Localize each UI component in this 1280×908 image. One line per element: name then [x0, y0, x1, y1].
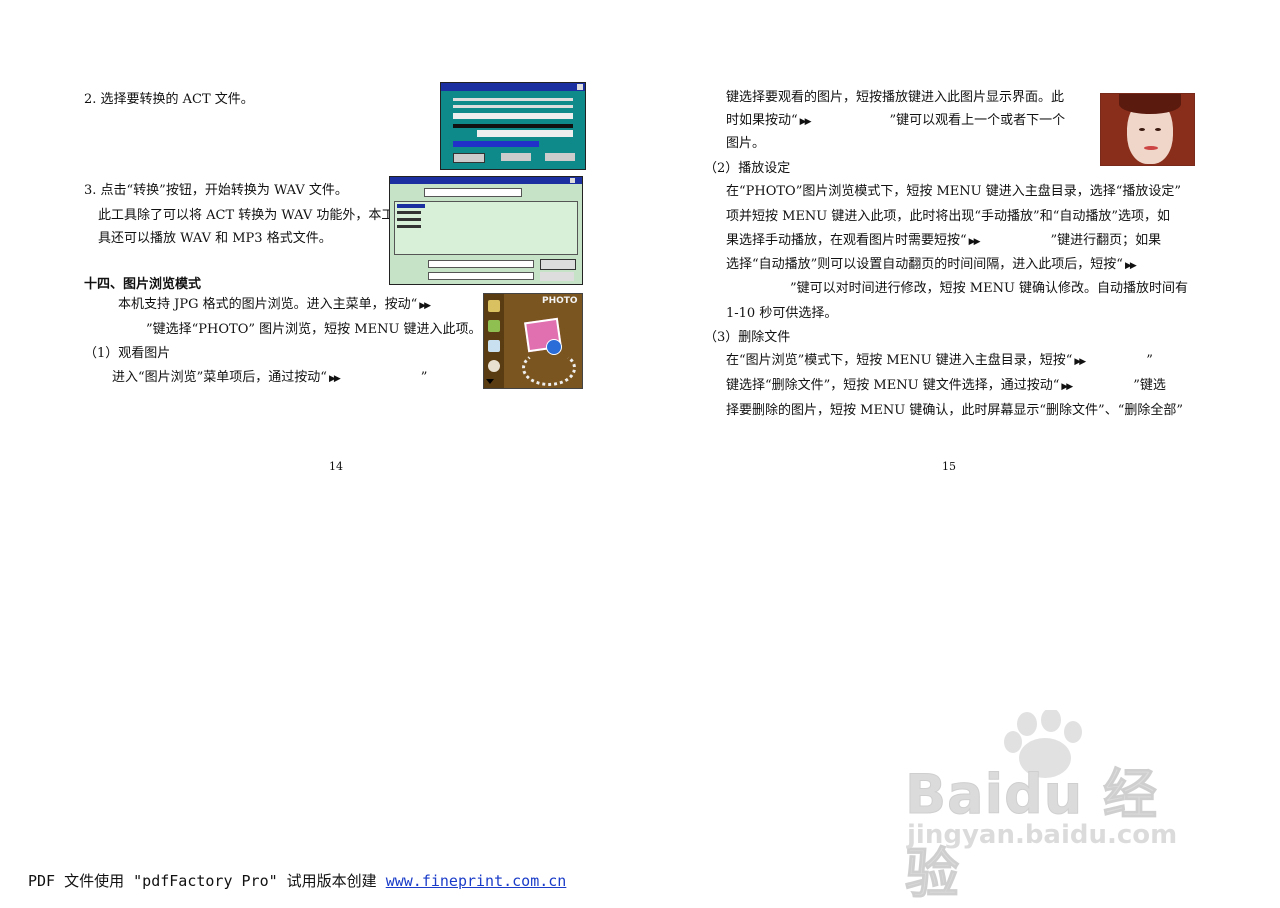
delete-line-3: 择要删除的图片，短按 MENU 键确认，此时屏幕显示“删除文件”、“删除全部” — [726, 403, 1183, 418]
scroll-down-icon — [486, 379, 494, 384]
convert-button — [501, 153, 531, 161]
play-settings-line-5: ”键可以对时间进行修改，短按 MENU 键确认修改。自动播放时间有 — [790, 281, 1189, 296]
intro-line-1: 本机支持 JPG 格式的图片浏览。进入主菜单，按动“ ▶▶ — [118, 297, 431, 312]
exit-button — [540, 272, 574, 281]
play-settings-line-3: 果选择手动播放，在观看图片时需要短按“ ▶▶ ”键进行翻页；如果 — [726, 233, 1162, 248]
fast-forward-icon: ▶▶ — [419, 301, 431, 311]
progress-bar — [453, 141, 539, 147]
title-bar — [390, 177, 582, 184]
step-3-text: 3. 点击“转换”按钮，开始转换为 WAV 文件。 — [84, 183, 348, 198]
fineprint-link[interactable]: www.fineprint.com.cn — [386, 872, 567, 890]
fast-forward-icon: ▶▶ — [968, 237, 981, 247]
menu-icon-video — [488, 320, 500, 332]
photo-menu-screenshot: PHOTO — [483, 293, 583, 389]
subheading-delete-file: （3）删除文件 — [704, 330, 791, 345]
menu-icon-music — [488, 300, 500, 312]
convert-button — [540, 259, 576, 270]
exit-button — [545, 153, 575, 161]
fast-forward-icon: ▶▶ — [1061, 382, 1073, 392]
watermark-url: jingyan.baidu.com — [907, 820, 1178, 850]
hair — [1119, 94, 1181, 114]
delete-line-2: 键选择“删除文件”，短按 MENU 键文件选择，通过按动“ ▶▶ ”键选 — [726, 378, 1166, 393]
baidu-jingyan-watermark: Baidu 经验 jingyan.baidu.com — [905, 710, 1205, 906]
fast-forward-icon: ▶▶ — [328, 374, 341, 384]
page-number-left: 14 — [329, 460, 343, 473]
converter-dialog-screenshot — [440, 82, 586, 170]
right-line-1: 键选择要观看的图片，短按播放键进入此图片显示界面。此 — [726, 90, 1065, 105]
step-3-note-line2: 具还可以播放 WAV 和 MP3 格式文件。 — [98, 231, 332, 246]
subheading-play-settings: （2）播放设定 — [704, 161, 791, 176]
subheading-view-pictures: （1）观看图片 — [84, 346, 171, 361]
delete-line-1: 在“图片浏览”模式下，短按 MENU 键进入主盘目录，短按“ ▶▶” — [726, 353, 1153, 368]
title-bar — [441, 83, 585, 91]
pdf-footer: PDF 文件使用 "pdfFactory Pro" 试用版本创建 www.fin… — [28, 870, 566, 891]
fast-forward-icon: ▶▶ — [1074, 357, 1086, 367]
fast-forward-icon: ▶▶ — [799, 117, 812, 127]
help-icon — [570, 178, 575, 183]
file-list — [394, 201, 578, 255]
footer-text: PDF 文件使用 "pdfFactory Pro" 试用版本创建 — [28, 872, 386, 890]
right-line-3: 图片。 — [726, 136, 766, 151]
section-heading: 十四、图片浏览模式 — [84, 277, 202, 292]
player-window-screenshot — [389, 176, 583, 285]
step-2-text: 2. 选择要转换的 ACT 文件。 — [84, 92, 254, 107]
menu-icon-record — [488, 340, 500, 352]
portrait-photo — [1100, 93, 1195, 166]
intro-line-2: ”键选择“PHOTO” 图片浏览，短按 MENU 键进入此项。 — [146, 322, 482, 337]
play-settings-line-2: 项并短按 MENU 键进入此项，此时将出现“手动播放”和“自动播放”选项，如 — [726, 209, 1170, 224]
folder-select — [424, 188, 522, 197]
page-number-right: 15 — [942, 460, 956, 473]
menu-icon-photo — [488, 360, 500, 372]
play-settings-line-4: 选择“自动播放”则可以设置自动翻页的时间间隔，进入此项后，短按“ ▶▶ — [726, 257, 1137, 272]
photo-label: PHOTO — [542, 296, 578, 306]
close-icon — [577, 84, 583, 90]
right-line-2: 时如果按动“ ▶▶ ”键可以观看上一个或者下一个 — [726, 113, 1066, 128]
play-settings-line-6: 1-10 秒可供选择。 — [726, 306, 838, 321]
open-button — [453, 153, 485, 163]
fast-forward-icon: ▶▶ — [1124, 261, 1137, 271]
play-settings-line-1: 在“PHOTO”图片浏览模式下，短按 MENU 键进入主盘目录，选择“播放设定” — [726, 184, 1182, 199]
view-pictures-line: 进入“图片浏览”菜单项后，通过按动“ ▶▶” — [112, 370, 428, 385]
step-3-note-line1: 此工具除了可以将 ACT 转换为 WAV 功能外，本工 — [98, 208, 395, 223]
